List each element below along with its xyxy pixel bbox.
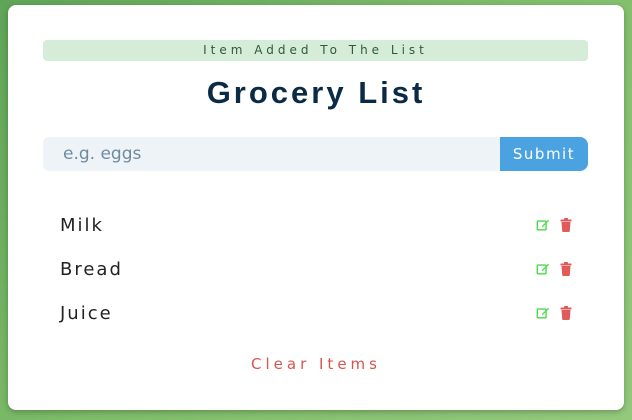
page-title: Grocery List [206, 75, 426, 110]
list-item: Bread [43, 247, 588, 291]
list-item: Juice [43, 291, 588, 335]
item-actions [535, 305, 574, 321]
trash-icon[interactable] [558, 305, 574, 321]
grocery-card: Item Added To The List Grocery List Subm… [8, 5, 624, 410]
grocery-form: Submit [43, 137, 588, 171]
submit-button[interactable]: Submit [500, 137, 588, 171]
grocery-input[interactable] [43, 137, 500, 171]
item-actions [535, 261, 574, 277]
grocery-list: Milk Bread Juice [43, 203, 588, 335]
item-actions [535, 217, 574, 233]
item-name: Milk [60, 214, 104, 236]
success-alert: Item Added To The List [43, 40, 588, 61]
edit-icon[interactable] [535, 261, 551, 277]
edit-icon[interactable] [535, 305, 551, 321]
item-name: Juice [60, 302, 113, 324]
trash-icon[interactable] [558, 261, 574, 277]
trash-icon[interactable] [558, 217, 574, 233]
item-name: Bread [60, 258, 123, 280]
list-item: Milk [43, 203, 588, 247]
edit-icon[interactable] [535, 217, 551, 233]
clear-items-button[interactable]: Clear Items [8, 355, 624, 373]
